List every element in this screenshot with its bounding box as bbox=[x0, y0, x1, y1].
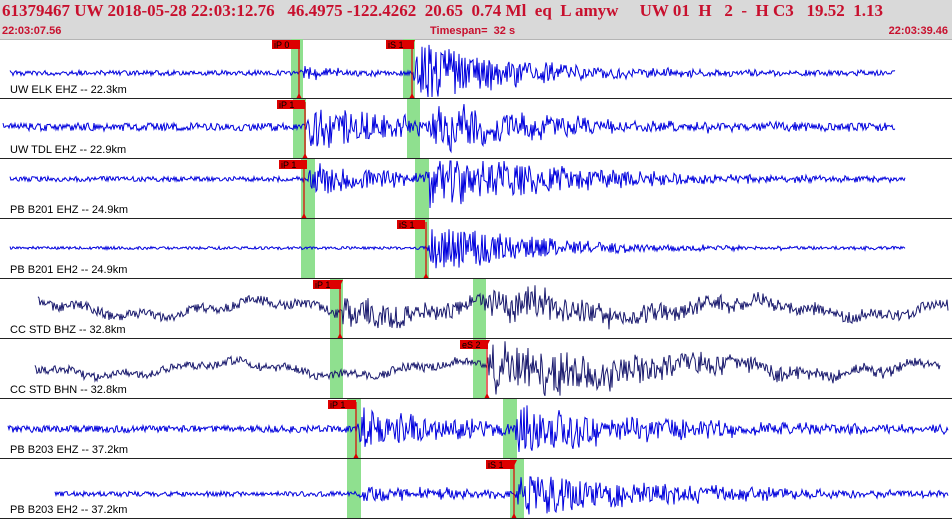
waveform bbox=[9, 160, 906, 209]
trace-row[interactable]: iP 1 UW TDL EHZ -- 22.9km bbox=[0, 99, 952, 159]
station-label: PB B201 EHZ -- 24.9km bbox=[10, 204, 128, 216]
pick-window bbox=[473, 279, 486, 339]
trace-row[interactable]: iS 1 PB B201 EH2 -- 24.9km bbox=[0, 219, 952, 279]
waveform bbox=[9, 229, 906, 269]
waveform bbox=[37, 285, 949, 330]
start-time: 22:03:07.56 bbox=[2, 25, 62, 37]
end-time: 22:03:39.46 bbox=[888, 25, 948, 37]
pick-label: iS 1 bbox=[399, 220, 415, 230]
trace-row[interactable]: eS 2 CC STD BHN -- 32.8km bbox=[0, 339, 952, 399]
event-header: 61379467 UW 2018-05-28 22:03:12.76 46.49… bbox=[0, 0, 952, 40]
timespan-label: Timespan= 32 s bbox=[430, 25, 516, 37]
station-label: CC STD BHZ -- 32.8km bbox=[10, 324, 126, 336]
pick-label: iS 1 bbox=[388, 40, 404, 50]
station-label: CC STD BHN -- 32.8km bbox=[10, 384, 127, 396]
waveform bbox=[7, 405, 949, 453]
station-label: UW ELK EHZ -- 22.3km bbox=[10, 84, 127, 96]
pick-label: iP 1 bbox=[330, 400, 345, 410]
waveform bbox=[9, 44, 896, 98]
trace-row[interactable]: iP 1 CC STD BHZ -- 32.8km bbox=[0, 279, 952, 339]
station-label: PB B201 EH2 -- 24.9km bbox=[10, 264, 127, 276]
pick-label: iP 1 bbox=[279, 100, 294, 110]
event-title: 61379467 UW 2018-05-28 22:03:12.76 46.49… bbox=[2, 1, 883, 20]
station-label: PB B203 EH2 -- 37.2km bbox=[10, 504, 127, 516]
station-label: PB B203 EHZ -- 37.2km bbox=[10, 444, 128, 456]
trace-row[interactable]: iP 1 PB B201 EHZ -- 24.9km bbox=[0, 159, 952, 219]
station-label: UW TDL EHZ -- 22.9km bbox=[10, 144, 126, 156]
pick-window bbox=[415, 159, 429, 219]
pick-label: iP 0 bbox=[274, 40, 289, 50]
waveform bbox=[2, 104, 896, 154]
trace-row[interactable]: iP 0 iS 1 UW ELK EHZ -- 22.3km bbox=[0, 39, 952, 99]
pick-label: eS 2 bbox=[462, 340, 481, 350]
seismogram-panel[interactable]: iP 0 iS 1 UW ELK EHZ -- 22.3km iP 1 UW TDL E… bbox=[0, 39, 952, 520]
trace-row[interactable]: iS 1 PB B203 EH2 -- 37.2km bbox=[0, 459, 952, 519]
pick-window bbox=[347, 459, 361, 519]
pick-label: iP 1 bbox=[315, 280, 330, 290]
trace-row[interactable]: iP 1 PB B203 EHZ -- 37.2km bbox=[0, 399, 952, 459]
pick-label: iS 1 bbox=[488, 460, 504, 470]
waveform bbox=[54, 476, 949, 515]
pick-label: iP 1 bbox=[281, 160, 296, 170]
